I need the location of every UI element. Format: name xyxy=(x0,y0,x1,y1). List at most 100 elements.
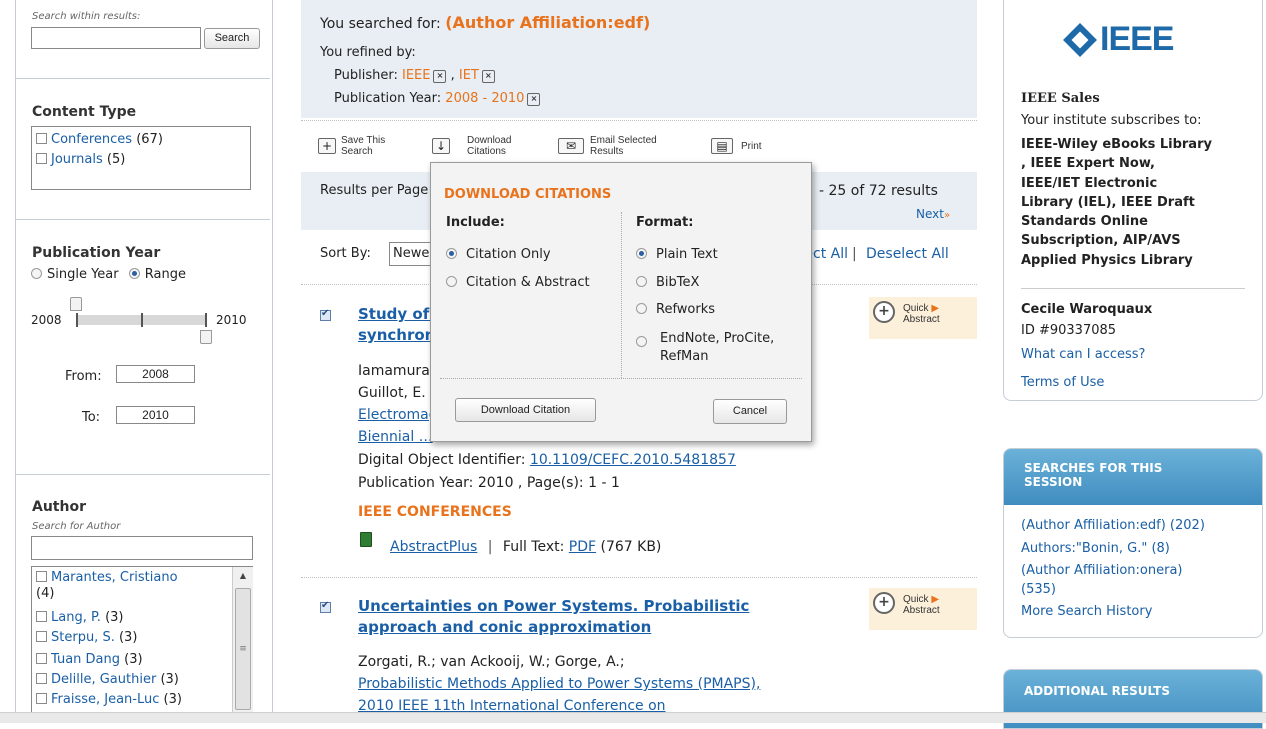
checkbox[interactable] xyxy=(36,133,47,144)
session-item[interactable]: (Author Affiliation:edf) (202) xyxy=(1021,515,1205,538)
single-year-radio[interactable] xyxy=(31,268,42,279)
popup-divider xyxy=(621,212,622,378)
scroll-up-icon[interactable]: ▲ xyxy=(233,571,253,580)
download-citations-button[interactable]: Download Citations xyxy=(467,135,511,157)
scroll-thumb[interactable]: ≡ xyxy=(235,588,251,710)
pub-year-value: 2008 - 2010 xyxy=(445,91,525,106)
author-list-item[interactable]: Tuan Dang (3) xyxy=(36,652,143,667)
author-link[interactable]: Sterpu, S. xyxy=(51,630,115,645)
subscription-line: Applied Physics Library xyxy=(1021,252,1193,268)
remove-year-icon[interactable]: × xyxy=(527,93,541,106)
select-all-link[interactable]: Select All xyxy=(812,246,848,262)
search-within-input[interactable] xyxy=(31,27,201,49)
next-label[interactable]: Next xyxy=(916,207,944,221)
include-citation-abstract[interactable]: Citation & Abstract xyxy=(446,275,590,290)
select-all-label[interactable]: Select All xyxy=(812,246,848,262)
include-citation-only[interactable]: Citation Only xyxy=(446,247,551,262)
author-list-item[interactable]: Marantes, Cristiano (4) xyxy=(36,570,230,602)
email-icon[interactable]: ✉ xyxy=(558,138,584,154)
count: (3) xyxy=(124,652,143,667)
result-2-checkbox[interactable] xyxy=(320,600,335,616)
checkbox[interactable] xyxy=(36,611,47,622)
radio[interactable] xyxy=(446,248,457,259)
author-search-input[interactable] xyxy=(31,536,253,560)
conferences-link[interactable]: Conferences xyxy=(51,132,132,147)
radio[interactable] xyxy=(636,248,647,259)
cancel-button[interactable]: Cancel xyxy=(713,399,787,424)
results-per-page-label: Results per Page xyxy=(320,183,429,198)
print-icon[interactable]: ▤ xyxy=(711,138,733,154)
from-input[interactable]: 2008 xyxy=(116,365,195,383)
more-search-history-link[interactable]: More Search History xyxy=(1021,601,1205,624)
format-bibtex[interactable]: BibTeX xyxy=(636,275,699,290)
result-2-quick-abstract[interactable]: + Quick ▶ Abstract xyxy=(869,588,977,630)
sort-select[interactable]: Newest First xyxy=(389,242,431,266)
result-title-line[interactable]: approach and conic approximation xyxy=(358,617,749,638)
author-list-item[interactable]: Sterpu, S. (3) xyxy=(36,630,137,645)
author-list-item[interactable]: Delille, Gauthier (3) xyxy=(36,672,179,687)
save-search-button[interactable]: Save This Search xyxy=(341,135,385,157)
venue-link[interactable]: Probabilistic Methods Applied to Power S… xyxy=(358,673,760,695)
radio[interactable] xyxy=(636,336,647,347)
what-can-i-access-link[interactable]: What can I access? xyxy=(1021,347,1145,362)
author-list-scrollbar[interactable]: ▲ ≡ xyxy=(232,567,253,722)
checkbox[interactable] xyxy=(36,631,47,642)
abstractplus-link[interactable]: AbstractPlus xyxy=(390,539,477,555)
format-endnote[interactable]: EndNote, ProCite, RefMan xyxy=(636,330,796,366)
next-link[interactable]: Next» xyxy=(916,207,950,221)
checkbox[interactable] xyxy=(36,153,47,164)
full-text-label: Full Text: xyxy=(502,539,565,555)
author-link[interactable]: Marantes, Cristiano xyxy=(51,570,178,585)
journals-link[interactable]: Journals xyxy=(51,152,103,167)
to-input[interactable]: 2010 xyxy=(116,406,195,424)
horizontal-scrollbar[interactable] xyxy=(0,712,1266,723)
pdf-link[interactable]: PDF xyxy=(569,539,596,555)
subscription-line: IEEE-Wiley eBooks Library xyxy=(1021,137,1212,152)
content-type-journals[interactable]: Journals (5) xyxy=(36,152,125,167)
author-list-item[interactable]: Fraisse, Jean-Luc (3) xyxy=(36,692,182,707)
remove-ieee-icon[interactable]: × xyxy=(433,70,447,83)
author-link[interactable]: Fraisse, Jean-Luc xyxy=(51,692,159,707)
download-icon[interactable]: ↓ xyxy=(432,138,450,154)
author-link[interactable]: Lang, P. xyxy=(51,610,101,625)
result-1-checkbox[interactable] xyxy=(320,308,335,324)
email-results-button[interactable]: Email Selected Results xyxy=(590,135,657,157)
checkbox[interactable] xyxy=(36,571,47,582)
save-search-icon[interactable]: + xyxy=(318,138,336,154)
terms-of-use-link[interactable]: Terms of Use xyxy=(1021,375,1104,390)
doi-link[interactable]: 10.1109/CEFC.2010.5481857 xyxy=(530,452,736,468)
ieee-diamond-icon xyxy=(1063,23,1097,57)
slider-handle-start[interactable] xyxy=(70,297,82,311)
quick-label: Quick xyxy=(903,303,929,314)
checkbox[interactable] xyxy=(36,673,47,684)
content-type-conferences[interactable]: Conferences (67) xyxy=(36,132,163,147)
radio[interactable] xyxy=(446,276,457,287)
format-plain-text[interactable]: Plain Text xyxy=(636,247,718,262)
author-link[interactable]: Delille, Gauthier xyxy=(51,672,156,687)
remove-iet-icon[interactable]: × xyxy=(481,70,495,83)
result-2-venue[interactable]: Probabilistic Methods Applied to Power S… xyxy=(358,673,760,717)
result-1-type: IEEE CONFERENCES xyxy=(358,504,512,520)
subscriptions-list: IEEE-Wiley eBooks Library , IEEE Expert … xyxy=(1021,135,1212,270)
result-1-quick-abstract[interactable]: + Quick ▶ Abstract xyxy=(869,297,977,339)
print-button[interactable]: Print xyxy=(741,141,762,152)
checkbox[interactable] xyxy=(36,653,47,664)
range-radio[interactable] xyxy=(128,268,140,279)
slider-handle-end[interactable] xyxy=(200,330,212,344)
radio[interactable] xyxy=(636,276,647,287)
result-title-line[interactable]: Uncertainties on Power Systems. Probabil… xyxy=(358,596,749,617)
download-citation-button[interactable]: Download Citation xyxy=(455,398,596,422)
option-label: Plain Text xyxy=(656,247,718,262)
checkbox[interactable] xyxy=(36,693,47,704)
search-within-button[interactable]: Search xyxy=(204,28,260,49)
radio[interactable] xyxy=(636,303,647,314)
result-2-title[interactable]: Uncertainties on Power Systems. Probabil… xyxy=(358,596,749,638)
format-refworks[interactable]: Refworks xyxy=(636,302,715,317)
author-list-item[interactable]: Lang, P. (3) xyxy=(36,610,123,625)
session-item[interactable]: Authors:"Bonin, G." (8) xyxy=(1021,538,1205,561)
author-search-label: Search for Author xyxy=(32,521,121,532)
to-label: To: xyxy=(82,410,101,425)
deselect-all-link[interactable]: Deselect All xyxy=(866,246,949,262)
slider-tick xyxy=(141,313,143,327)
author-link[interactable]: Tuan Dang xyxy=(51,652,120,667)
